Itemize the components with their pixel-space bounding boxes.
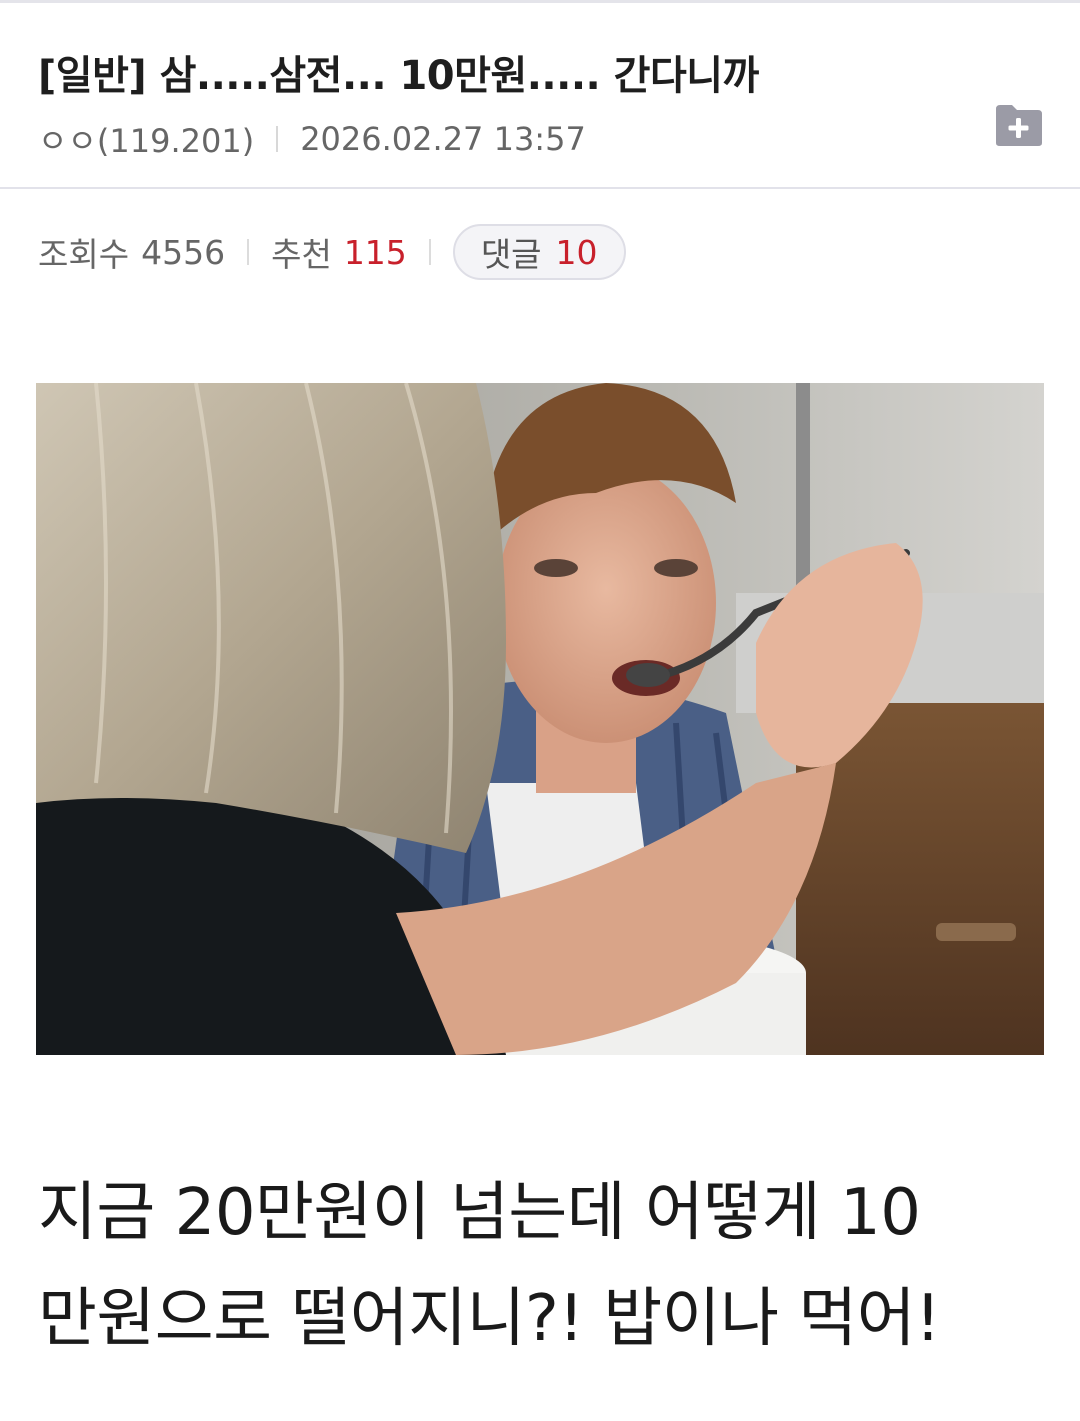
stats-divider — [247, 239, 250, 265]
views-count: 4556 — [141, 232, 226, 272]
post-date: 2026.02.27 13:57 — [300, 120, 586, 158]
recommend-count: 115 — [343, 232, 407, 272]
comment-label: 댓글 — [480, 235, 542, 274]
post-title: [일반] 삼.....삼전... 10만원..... 간다니까 — [38, 53, 759, 99]
meta-divider — [276, 126, 279, 152]
stats-divider — [428, 239, 431, 265]
folder-plus-icon[interactable] — [992, 103, 1044, 147]
comment-count-button[interactable]: 댓글 10 — [452, 224, 626, 280]
post-image[interactable] — [36, 383, 1044, 1055]
body-line: 만원으로 떨어지니?! 밥이나 먹어! — [38, 1282, 941, 1356]
author-name[interactable]: ㅇㅇ(119.201) — [38, 116, 254, 162]
post-stats: 조회수 4556 추천 115 댓글 10 — [38, 224, 626, 280]
post-header: [일반] 삼.....삼전... 10만원..... 간다니까 ㅇㅇ(119.2… — [0, 3, 1080, 189]
comment-count: 10 — [555, 232, 598, 272]
post-meta: ㅇㅇ(119.201) 2026.02.27 13:57 — [38, 116, 586, 162]
post-body: 지금 20만원이 넘는데 어떻게 10 만원으로 떨어지니?! 밥이나 먹어! — [38, 1160, 1048, 1372]
body-line: 지금 20만원이 넘는데 어떻게 10 — [38, 1176, 921, 1250]
recommend-label: 추천 — [271, 235, 332, 274]
views-label: 조회수 — [38, 235, 130, 274]
